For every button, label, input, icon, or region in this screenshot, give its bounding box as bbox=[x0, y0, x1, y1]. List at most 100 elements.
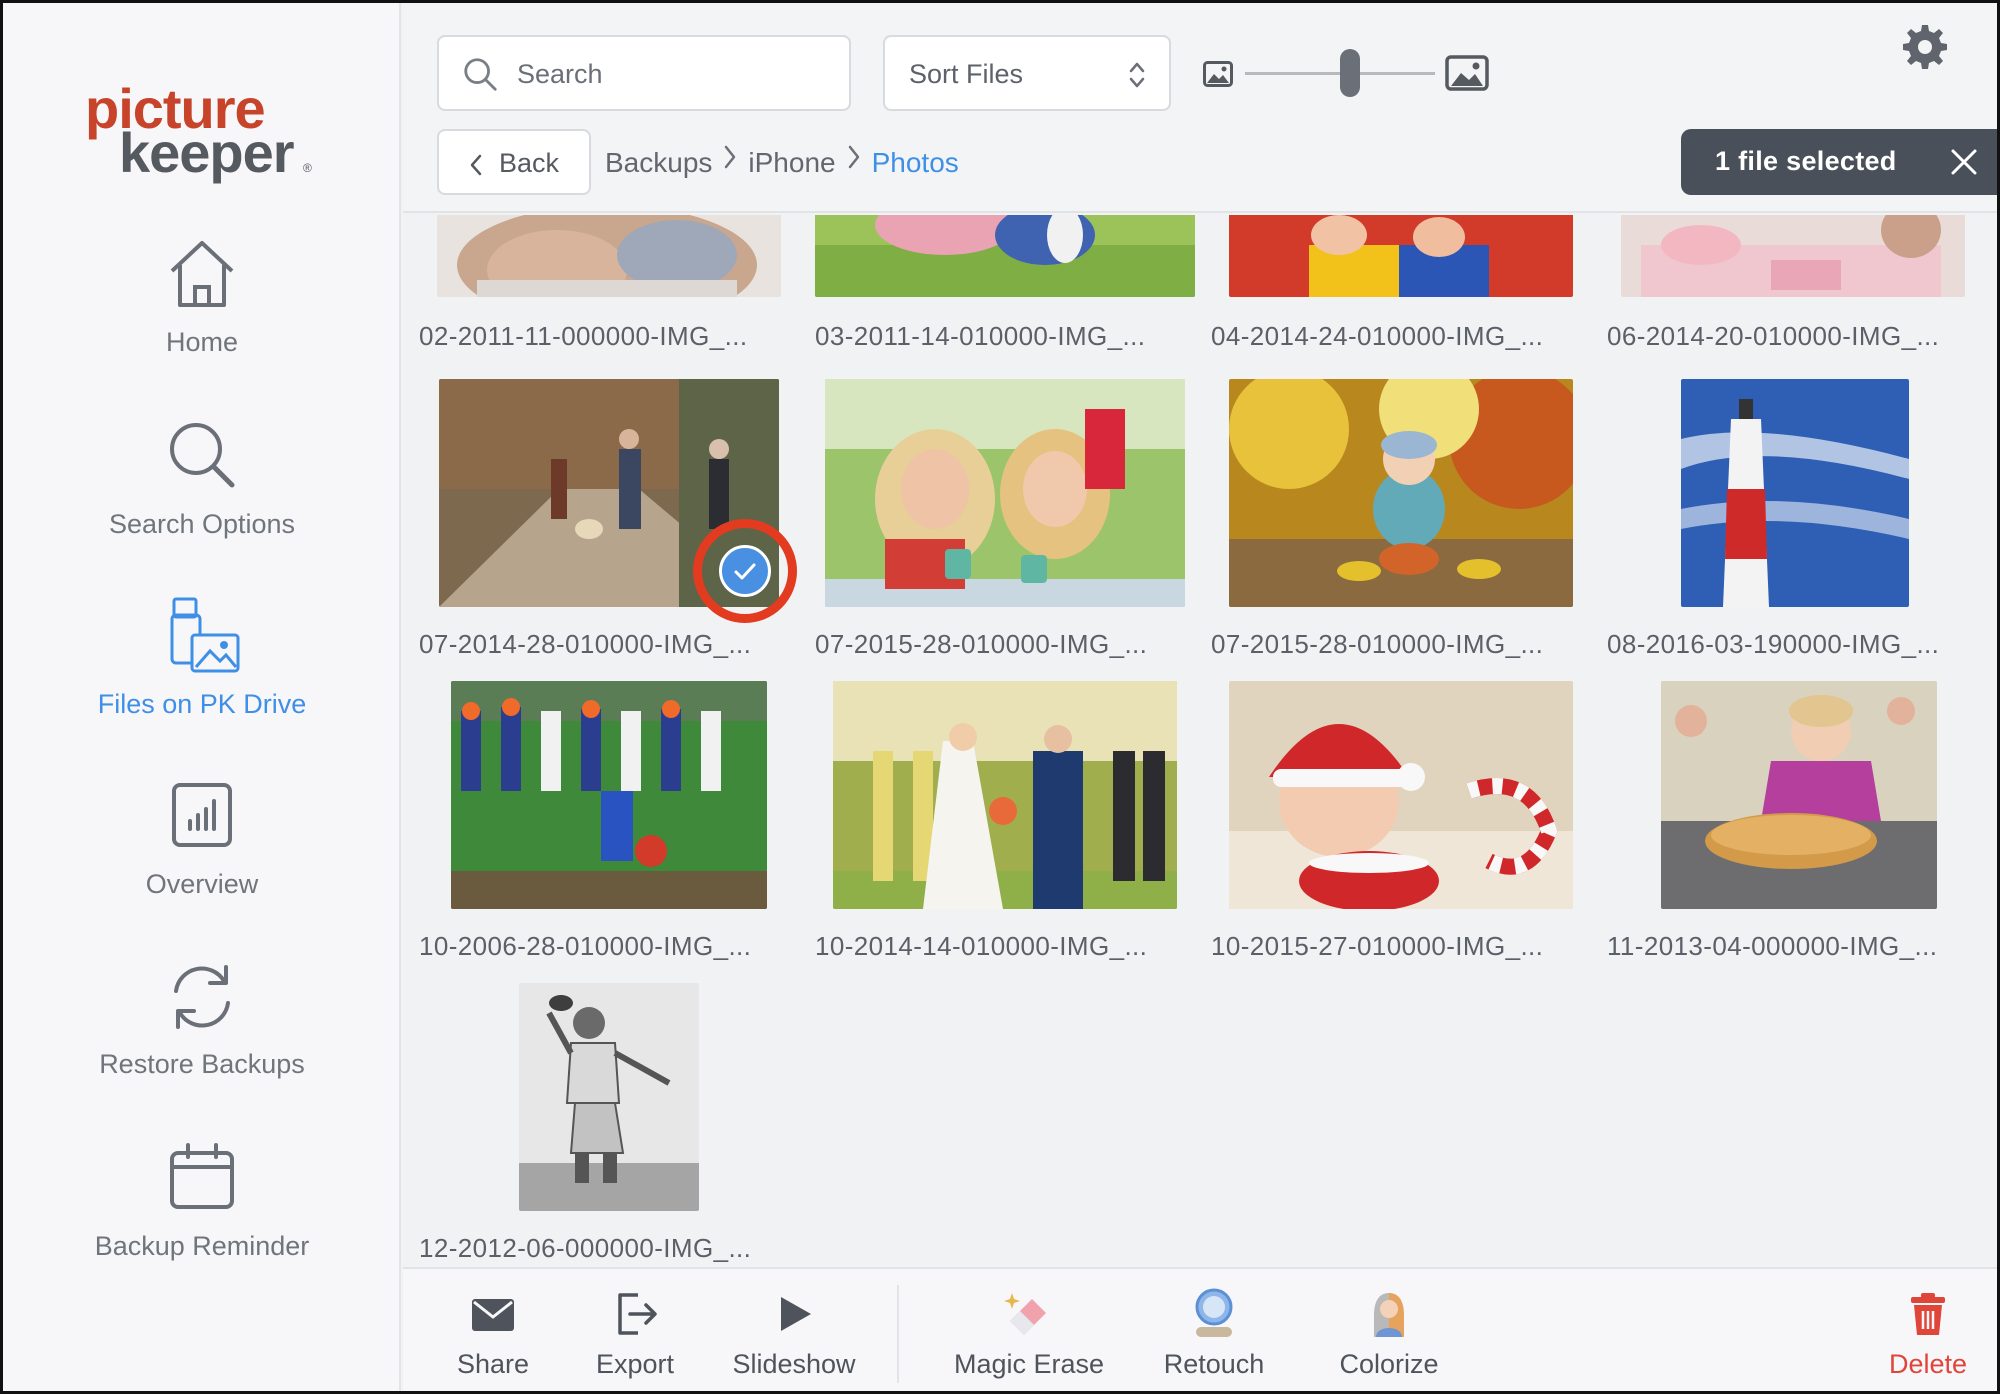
photo-thumbnail bbox=[1661, 681, 1937, 909]
colorize-button[interactable]: Colorize bbox=[1319, 1287, 1459, 1387]
photo-thumbnail bbox=[1681, 379, 1909, 607]
chevron-left-icon bbox=[470, 154, 482, 176]
sidebar-item-backup-reminder[interactable]: Backup Reminder bbox=[3, 1139, 401, 1289]
photo-tile[interactable]: 12-2012-06-000000-IMG_... bbox=[415, 983, 811, 1267]
sidebar-item-overview[interactable]: Overview bbox=[3, 777, 401, 927]
photo-filename: 07-2015-28-010000-IMG_... bbox=[815, 629, 1148, 659]
photo-tile[interactable]: 11-2013-04-000000-IMG_... bbox=[1603, 681, 1997, 981]
photo-filename: 08-2016-03-190000-IMG_... bbox=[1607, 629, 1940, 659]
sidebar-item-search-options[interactable]: Search Options bbox=[3, 417, 401, 567]
delete-button[interactable]: Delete bbox=[1873, 1287, 1983, 1387]
search-icon bbox=[464, 58, 497, 91]
close-icon[interactable] bbox=[1949, 147, 1979, 177]
photo-filename: 02-2011-11-000000-IMG_... bbox=[419, 321, 748, 351]
sidebar: picture keeper ® Home Search Options Fil… bbox=[3, 3, 401, 1391]
sort-label: Sort Files bbox=[909, 59, 1024, 89]
slider-handle[interactable] bbox=[1339, 49, 1360, 97]
bar-chart-icon bbox=[172, 783, 232, 847]
calendar-icon bbox=[170, 1143, 234, 1209]
sidebar-item-home[interactable]: Home bbox=[3, 235, 401, 385]
sidebar-item-label: Files on PK Drive bbox=[97, 689, 307, 719]
small-image-icon bbox=[1203, 61, 1233, 87]
back-label: Back bbox=[499, 148, 560, 178]
photo-tile[interactable]: 08-2016-03-190000-IMG_... bbox=[1603, 379, 1997, 679]
photo-thumbnail bbox=[519, 983, 699, 1211]
refresh-icon bbox=[174, 965, 230, 1029]
retouch-button[interactable]: Retouch bbox=[1149, 1287, 1279, 1387]
checkmark-icon bbox=[734, 563, 756, 580]
photo-filename: 10-2014-14-010000-IMG_... bbox=[815, 931, 1148, 961]
share-label: Share bbox=[456, 1349, 530, 1379]
search-input[interactable] bbox=[517, 51, 837, 97]
photo-tile-selected[interactable]: 07-2014-28-010000-IMG_... bbox=[415, 379, 811, 679]
photo-thumbnail bbox=[1229, 215, 1573, 297]
photo-filename: 04-2014-24-010000-IMG_... bbox=[1211, 321, 1544, 351]
photo-filename: 03-2011-14-010000-IMG_... bbox=[815, 321, 1146, 351]
search-box bbox=[437, 35, 851, 111]
delete-label: Delete bbox=[1888, 1349, 1968, 1379]
breadcrumb-item-iphone[interactable]: iPhone bbox=[748, 147, 835, 179]
photo-thumbnail bbox=[1229, 379, 1573, 607]
colorize-label: Colorize bbox=[1339, 1349, 1439, 1379]
photo-tile[interactable]: 07-2015-28-010000-IMG_... bbox=[811, 379, 1207, 679]
photo-filename: 12-2012-06-000000-IMG_... bbox=[419, 1233, 752, 1263]
sidebar-item-restore-backups[interactable]: Restore Backups bbox=[3, 957, 401, 1107]
chevron-right-icon bbox=[725, 145, 736, 169]
chevron-right-icon bbox=[848, 145, 859, 169]
photo-thumbnail bbox=[825, 379, 1185, 607]
share-button[interactable]: Share bbox=[433, 1287, 553, 1387]
breadcrumb: Backups iPhone Photos bbox=[605, 144, 959, 184]
export-label: Export bbox=[595, 1349, 675, 1379]
trash-icon bbox=[1911, 1293, 1945, 1335]
drive-files-icon bbox=[170, 597, 240, 673]
envelope-icon bbox=[472, 1299, 514, 1331]
play-icon bbox=[781, 1297, 811, 1331]
selection-status-pill: 1 file selected bbox=[1681, 129, 1997, 195]
slideshow-button[interactable]: Slideshow bbox=[709, 1287, 879, 1387]
photo-filename: 07-2014-28-010000-IMG_... bbox=[419, 629, 752, 659]
magic-erase-label: Magic Erase bbox=[953, 1349, 1105, 1379]
photo-thumbnail bbox=[833, 681, 1177, 909]
large-image-icon bbox=[1445, 55, 1489, 91]
photo-filename: 07-2015-28-010000-IMG_... bbox=[1211, 629, 1544, 659]
photo-tile[interactable]: 07-2015-28-010000-IMG_... bbox=[1207, 379, 1603, 679]
picture-keeper-logo: picture keeper ® bbox=[85, 77, 312, 184]
search-icon bbox=[170, 423, 235, 488]
photo-filename: 06-2014-20-010000-IMG_... bbox=[1607, 321, 1940, 351]
photo-tile[interactable]: 10-2015-27-010000-IMG_... bbox=[1207, 681, 1603, 981]
magic-erase-button[interactable]: Magic Erase bbox=[939, 1287, 1119, 1387]
app-window: picture keeper ® Home Search Options Fil… bbox=[0, 0, 2000, 1394]
photo-filename: 10-2015-27-010000-IMG_... bbox=[1211, 931, 1544, 961]
sidebar-item-label: Restore Backups bbox=[99, 1049, 305, 1079]
export-icon bbox=[618, 1293, 657, 1335]
selection-count-label: 1 file selected bbox=[1715, 146, 1897, 176]
breadcrumb-item-backups[interactable]: Backups bbox=[605, 147, 712, 179]
photo-thumbnail bbox=[451, 681, 767, 909]
toolbar: Sort Files bbox=[403, 3, 1997, 213]
photo-filename: 11-2013-04-000000-IMG_... bbox=[1607, 931, 1938, 961]
sidebar-item-label: Overview bbox=[145, 869, 259, 899]
thumbnail-size-control bbox=[1203, 45, 1503, 103]
magic-eraser-icon bbox=[1004, 1293, 1046, 1335]
export-button[interactable]: Export bbox=[575, 1287, 695, 1387]
sidebar-item-files-on-pk-drive[interactable]: Files on PK Drive bbox=[3, 597, 401, 747]
gear-icon[interactable] bbox=[1901, 23, 1949, 71]
slideshow-label: Slideshow bbox=[732, 1349, 856, 1379]
photo-thumbnail bbox=[1229, 681, 1573, 909]
photo-filename: 10-2006-28-010000-IMG_... bbox=[419, 931, 752, 961]
photo-grid: 02-2011-11-000000-IMG_... 03-2011-14-010… bbox=[403, 215, 1997, 1267]
action-bar: Share Export Slideshow Magic Erase Retou… bbox=[403, 1267, 1997, 1391]
back-button[interactable]: Back bbox=[437, 129, 591, 195]
breadcrumb-item-photos: Photos bbox=[871, 146, 959, 178]
sidebar-item-label: Backup Reminder bbox=[94, 1231, 310, 1261]
selection-highlight-ring bbox=[693, 519, 797, 623]
selected-checkmark[interactable] bbox=[719, 545, 771, 597]
sidebar-item-label: Search Options bbox=[108, 509, 296, 539]
retouch-label: Retouch bbox=[1163, 1349, 1265, 1379]
sort-files-select[interactable]: Sort Files bbox=[883, 35, 1171, 111]
photo-tile[interactable]: 10-2014-14-010000-IMG_... bbox=[811, 681, 1207, 981]
photo-thumbnail bbox=[1621, 215, 1965, 297]
chevron-updown-icon bbox=[1129, 62, 1145, 88]
photo-tile[interactable]: 10-2006-28-010000-IMG_... bbox=[415, 681, 811, 981]
photo-thumbnail bbox=[815, 215, 1195, 297]
